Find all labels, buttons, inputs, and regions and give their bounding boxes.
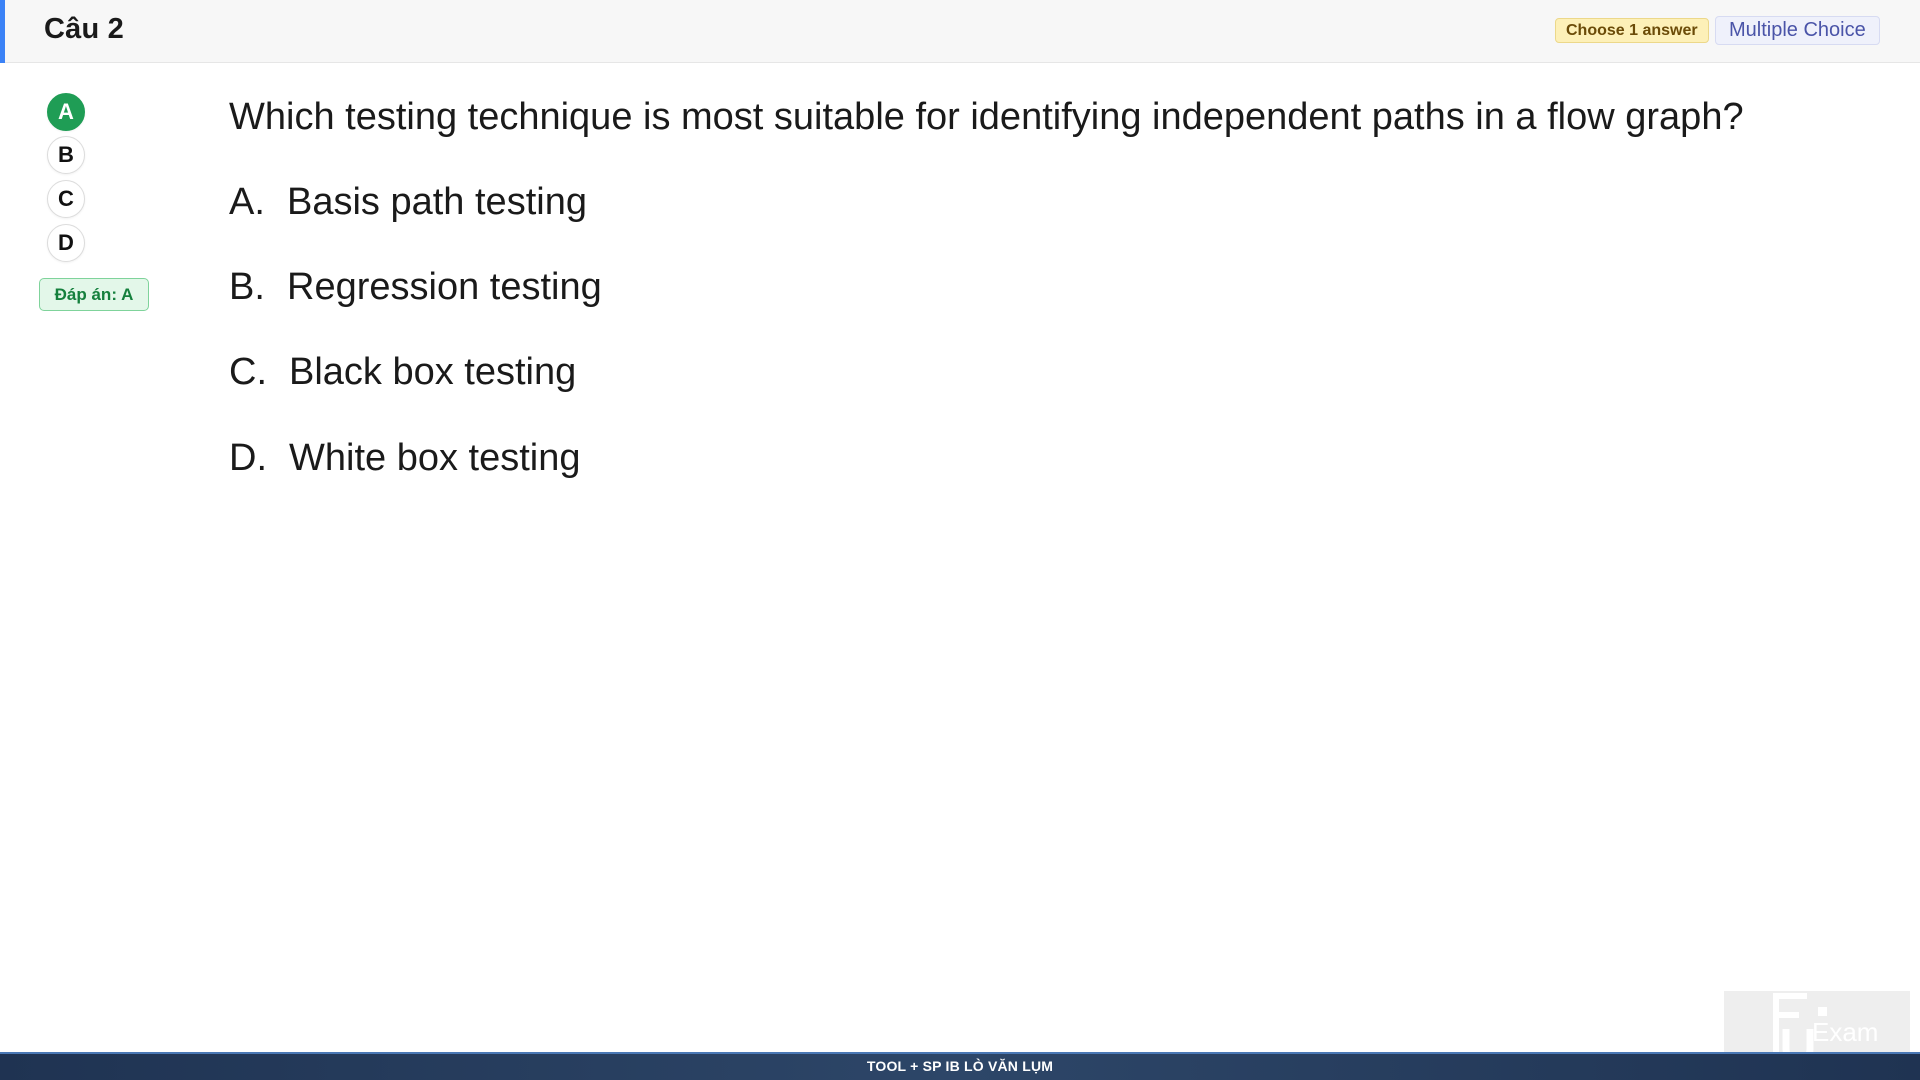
question-number-title: Câu 2 <box>44 13 124 45</box>
option-text: Black box testing <box>289 351 577 393</box>
option-letter: A. <box>229 181 265 223</box>
option-button-b[interactable]: B <box>47 136 85 174</box>
header-accent-bar <box>0 0 5 63</box>
option-button-c[interactable]: C <box>47 180 85 218</box>
answer-option-c[interactable]: C. Black box testing <box>229 351 576 394</box>
option-letter: B. <box>229 266 265 308</box>
correct-answer-badge: Đáp án: A <box>39 278 149 311</box>
question-text: Which testing technique is most suitable… <box>229 96 1744 138</box>
answer-option-a[interactable]: A. Basis path testing <box>229 181 587 224</box>
option-button-a[interactable]: A <box>47 93 85 131</box>
option-button-d[interactable]: D <box>47 224 85 262</box>
option-text: Regression testing <box>287 266 602 308</box>
question-header: Câu 2 Choose 1 answer Multiple Choice <box>0 0 1920 63</box>
option-text: White box testing <box>289 437 581 479</box>
option-letter: D. <box>229 437 267 479</box>
question-type-badge: Multiple Choice <box>1715 16 1880 45</box>
answer-option-b[interactable]: B. Regression testing <box>229 266 602 309</box>
answer-option-d[interactable]: D. White box testing <box>229 437 580 480</box>
choose-count-badge: Choose 1 answer <box>1555 18 1709 43</box>
option-text: Basis path testing <box>287 181 587 223</box>
footer-credit-bar: TOOL + SP IB LÒ VĂN LỤM <box>0 1052 1920 1080</box>
option-letter: C. <box>229 351 267 393</box>
logo-brand-text: Exam <box>1812 1017 1878 1047</box>
